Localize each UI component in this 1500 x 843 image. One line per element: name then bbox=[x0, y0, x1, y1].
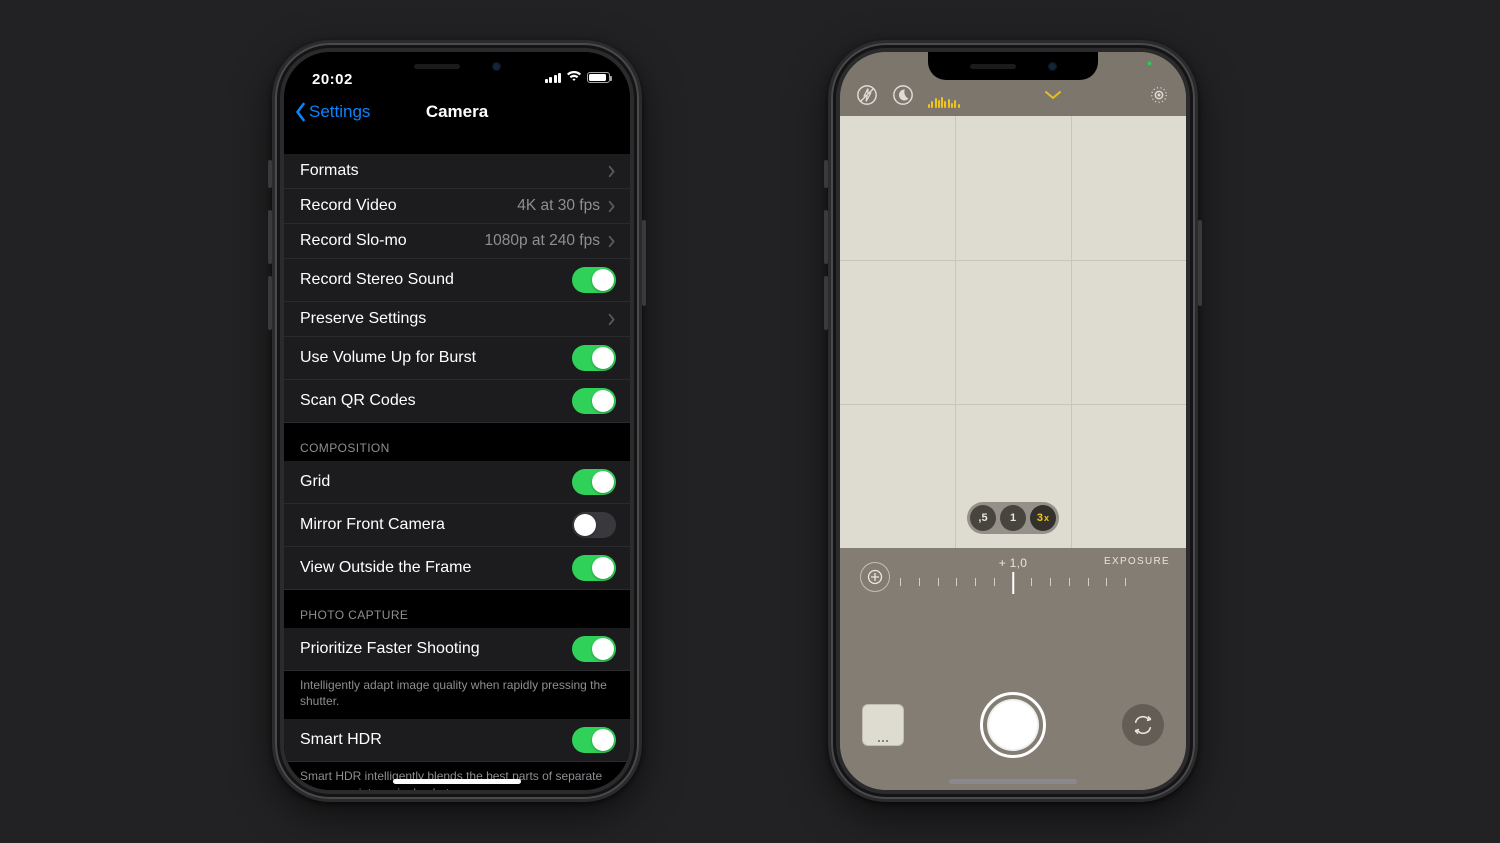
live-photo-icon[interactable] bbox=[1146, 82, 1172, 108]
histogram-icon bbox=[928, 97, 960, 108]
row-preserve-settings[interactable]: Preserve Settings bbox=[284, 302, 630, 337]
exposure-value: + 1,0 bbox=[999, 556, 1028, 570]
camera-controls-toggle[interactable] bbox=[1040, 82, 1066, 108]
battery-icon bbox=[587, 72, 610, 83]
row-volume-burst: Use Volume Up for Burst bbox=[284, 337, 630, 380]
back-label: Settings bbox=[309, 102, 370, 122]
row-smart-hdr: Smart HDR bbox=[284, 719, 630, 762]
chevron-right-icon bbox=[608, 235, 616, 248]
exposure-compensation-button[interactable] bbox=[860, 562, 890, 592]
row-record-video[interactable]: Record Video 4K at 30 fps bbox=[284, 189, 630, 224]
night-mode-icon[interactable] bbox=[890, 82, 916, 108]
status-time: 20:02 bbox=[312, 71, 353, 88]
last-photo-thumbnail[interactable] bbox=[862, 704, 904, 746]
section-header-composition: Composition bbox=[284, 423, 630, 461]
chevron-right-icon bbox=[608, 200, 616, 213]
toggle-volume-burst[interactable] bbox=[572, 345, 616, 371]
row-mirror-front: Mirror Front Camera bbox=[284, 504, 630, 547]
chevron-right-icon bbox=[608, 165, 616, 178]
record-slomo-value: 1080p at 240 fps bbox=[485, 232, 601, 250]
privacy-indicator-icon bbox=[1147, 61, 1152, 66]
grid-line bbox=[1071, 116, 1072, 548]
grid-line bbox=[955, 116, 956, 548]
footer-smart-hdr: Smart HDR intelligently blends the best … bbox=[284, 762, 630, 790]
toggle-outside-frame[interactable] bbox=[572, 555, 616, 581]
footer-faster-shooting: Intelligently adapt image quality when r… bbox=[284, 671, 630, 719]
phone-settings: 20:02 Settings Camera bbox=[272, 40, 642, 802]
row-formats[interactable]: Formats bbox=[284, 154, 630, 189]
home-indicator[interactable] bbox=[949, 779, 1077, 784]
switch-camera-button[interactable] bbox=[1122, 704, 1164, 746]
notch bbox=[928, 52, 1098, 80]
row-faster-shooting: Prioritize Faster Shooting bbox=[284, 628, 630, 671]
row-scan-qr: Scan QR Codes bbox=[284, 380, 630, 423]
zoom-selector: ,5 1 3x bbox=[967, 502, 1059, 534]
volume-down-button[interactable] bbox=[824, 276, 828, 330]
side-button[interactable] bbox=[1198, 220, 1202, 306]
grid-line bbox=[840, 404, 1186, 405]
camera-bottom-tray: + 1,0 EXPOSURE bbox=[840, 548, 1186, 790]
mute-switch[interactable] bbox=[268, 160, 272, 188]
toggle-faster-shooting[interactable] bbox=[572, 636, 616, 662]
volume-up-button[interactable] bbox=[268, 210, 272, 264]
toggle-mirror-front[interactable] bbox=[572, 512, 616, 538]
page-title: Camera bbox=[426, 102, 488, 122]
chevron-right-icon bbox=[608, 313, 616, 326]
section-header-capture: Photo Capture bbox=[284, 590, 630, 628]
volume-down-button[interactable] bbox=[268, 276, 272, 330]
toggle-smart-hdr[interactable] bbox=[572, 727, 616, 753]
row-stereo-sound: Record Stereo Sound bbox=[284, 259, 630, 302]
exposure-label: EXPOSURE bbox=[1104, 556, 1170, 567]
toggle-scan-qr[interactable] bbox=[572, 388, 616, 414]
back-button[interactable]: Settings bbox=[294, 102, 370, 122]
row-record-slomo[interactable]: Record Slo-mo 1080p at 240 fps bbox=[284, 224, 630, 259]
cellular-icon bbox=[545, 73, 562, 83]
notch bbox=[372, 52, 542, 80]
toggle-stereo-sound[interactable] bbox=[572, 267, 616, 293]
row-outside-frame: View Outside the Frame bbox=[284, 547, 630, 590]
zoom-1x-button[interactable]: 1 bbox=[1000, 505, 1026, 531]
camera-viewfinder[interactable]: ,5 1 3x bbox=[840, 116, 1186, 548]
grid-line bbox=[840, 260, 1186, 261]
volume-up-button[interactable] bbox=[824, 210, 828, 264]
wifi-icon bbox=[566, 69, 582, 86]
exposure-marker bbox=[1012, 572, 1014, 594]
toggle-grid[interactable] bbox=[572, 469, 616, 495]
side-button[interactable] bbox=[642, 220, 646, 306]
shutter-button[interactable] bbox=[980, 692, 1046, 758]
row-grid: Grid bbox=[284, 461, 630, 504]
zoom-tele-button[interactable]: 3x bbox=[1030, 505, 1056, 531]
phone-camera: ,5 1 3x + 1,0 EXPOSURE bbox=[828, 40, 1198, 802]
nav-bar: Settings Camera bbox=[284, 92, 630, 132]
zoom-wide-button[interactable]: ,5 bbox=[970, 505, 996, 531]
flash-off-icon[interactable] bbox=[854, 82, 880, 108]
record-video-value: 4K at 30 fps bbox=[517, 197, 600, 215]
mute-switch[interactable] bbox=[824, 160, 828, 188]
home-indicator[interactable] bbox=[393, 779, 521, 784]
